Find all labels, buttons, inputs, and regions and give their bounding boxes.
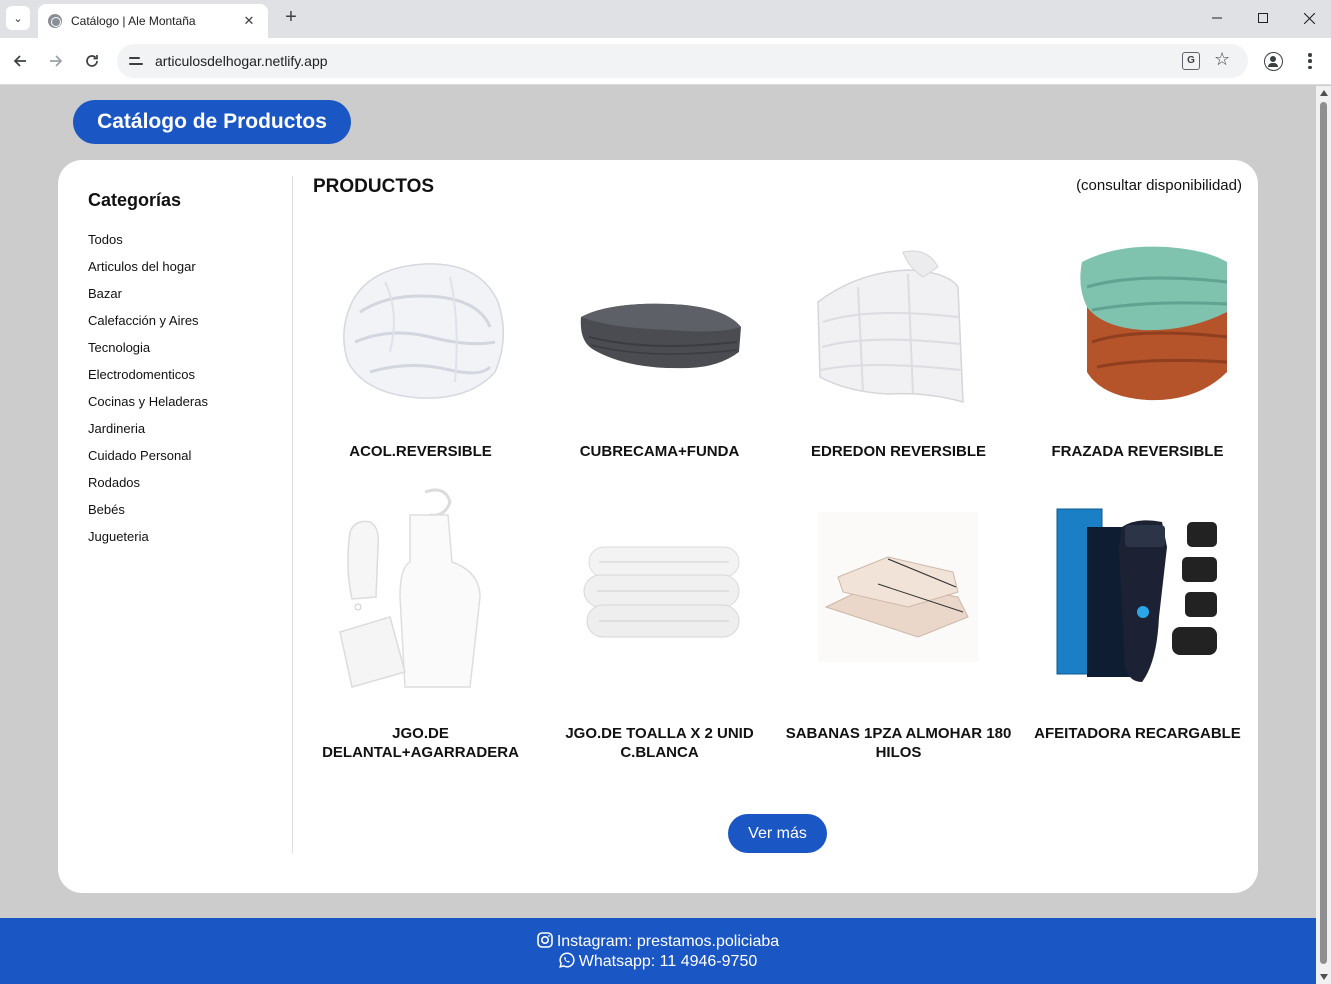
category-item-rodados[interactable]: Rodados xyxy=(88,469,288,496)
product-name: FRAZADA REVERSIBLE xyxy=(1051,443,1224,460)
grey-bedspread-image xyxy=(580,303,741,369)
maximize-button[interactable] xyxy=(1240,0,1286,36)
footer: Instagram: prestamos.policiaba Whatsapp:… xyxy=(0,918,1316,984)
minimize-button[interactable] xyxy=(1194,0,1240,36)
category-list: Todos Articulos del hogar Bazar Calefacc… xyxy=(88,226,288,550)
category-item-electrodomesticos[interactable]: Electrodomenticos xyxy=(88,361,288,388)
arrow-left-icon xyxy=(13,55,26,67)
category-item-jardineria[interactable]: Jardineria xyxy=(88,415,288,442)
availability-note: (consultar disponibilidad) xyxy=(1076,177,1242,194)
close-window-button[interactable] xyxy=(1286,0,1331,36)
browser-tab[interactable]: Catálogo | Ale Montaña ✕ xyxy=(38,4,268,38)
product-name: SABANAS 1PZA ALMOHAR 180 HILOS xyxy=(785,725,1012,761)
vertical-scrollbar[interactable] xyxy=(1316,86,1331,984)
address-bar[interactable]: articulosdelhogar.netlify.app G ☆ xyxy=(117,44,1248,78)
white-comforter-image xyxy=(343,263,505,399)
instagram-text: Instagram: prestamos.policiaba xyxy=(556,933,780,950)
sidebar-heading: Categorías xyxy=(88,190,182,210)
category-item-articulos-del-hogar[interactable]: Articulos del hogar xyxy=(88,253,288,280)
page-viewport: Catálogo de Productos Categorías Todos A… xyxy=(0,86,1316,984)
arrow-right-icon xyxy=(50,55,63,67)
category-item-tecnologia[interactable]: Tecnologia xyxy=(88,334,288,361)
shaver-image xyxy=(1056,508,1217,682)
product-name: JGO.DE DELANTAL+AGARRADERA xyxy=(322,725,519,761)
category-item-cocinas-y-heladeras[interactable]: Cocinas y Heladeras xyxy=(88,388,288,415)
maximize-icon xyxy=(1258,13,1268,23)
product-name: EDREDON REVERSIBLE xyxy=(810,443,987,460)
whatsapp-text: Whatsapp: 11 4946-9750 xyxy=(578,953,758,970)
products-heading: PRODUCTOS xyxy=(313,176,435,197)
apron-set-image xyxy=(339,488,481,688)
scroll-down-arrow-icon[interactable] xyxy=(1320,974,1328,980)
towels-image xyxy=(583,546,740,638)
globe-icon xyxy=(48,14,62,28)
blankets-image xyxy=(1080,246,1227,401)
profile-icon[interactable] xyxy=(1264,52,1283,71)
tab-title: Catálogo | Ale Montaña xyxy=(71,14,196,28)
category-item-bebes[interactable]: Bebés xyxy=(88,496,288,523)
back-button[interactable] xyxy=(8,49,32,73)
close-icon xyxy=(1303,12,1315,24)
category-item-jugueteria[interactable]: Jugueteria xyxy=(88,523,288,550)
category-item-calefaccion-y-aires[interactable]: Calefacción y Aires xyxy=(88,307,288,334)
white-duvet-image xyxy=(817,250,964,404)
url-text[interactable]: articulosdelhogar.netlify.app xyxy=(155,53,328,69)
page-title: Catálogo de Productos xyxy=(73,100,351,144)
bookmark-star-icon[interactable]: ☆ xyxy=(1214,49,1230,70)
instagram-icon xyxy=(537,932,553,948)
tab-search-button[interactable]: ⌄ xyxy=(6,6,30,30)
category-sidebar: Categorías Todos Articulos del hogar Baz… xyxy=(88,190,288,550)
new-tab-button[interactable]: + xyxy=(280,7,302,29)
site-info-icon[interactable] xyxy=(126,51,146,71)
whatsapp-icon xyxy=(558,952,575,968)
sheets-image xyxy=(818,512,978,662)
catalog-card: Categorías Todos Articulos del hogar Baz… xyxy=(58,160,1258,893)
browser-toolbar: articulosdelhogar.netlify.app G ☆ xyxy=(0,38,1331,85)
menu-icon[interactable] xyxy=(1303,51,1317,71)
footer-instagram[interactable]: Instagram: prestamos.policiaba xyxy=(0,932,1316,951)
product-name: ACOL.REVERSIBLE xyxy=(349,443,492,460)
footer-whatsapp[interactable]: Whatsapp: 11 4946-9750 xyxy=(0,952,1316,971)
product-name: JGO.DE TOALLA X 2 UNID C.BLANCA xyxy=(565,725,754,761)
browser-tab-bar: ⌄ Catálogo | Ale Montaña ✕ + xyxy=(0,0,1331,38)
category-item-cuidado-personal[interactable]: Cuidado Personal xyxy=(88,442,288,469)
reload-icon xyxy=(86,55,98,67)
sidebar-divider xyxy=(292,176,293,853)
product-name: AFEITADORA RECARGABLE xyxy=(1034,725,1241,742)
category-item-bazar[interactable]: Bazar xyxy=(88,280,288,307)
product-name: CUBRECAMA+FUNDA xyxy=(579,443,740,460)
forward-button[interactable] xyxy=(44,49,68,73)
close-tab-icon[interactable]: ✕ xyxy=(240,13,258,29)
scroll-thumb[interactable] xyxy=(1320,102,1327,964)
minimize-icon xyxy=(1212,17,1222,19)
scroll-up-arrow-icon[interactable] xyxy=(1320,90,1328,96)
see-more-button[interactable]: Ver más xyxy=(728,814,827,853)
category-item-todos[interactable]: Todos xyxy=(88,226,288,253)
reload-button[interactable] xyxy=(80,49,104,73)
translate-icon[interactable]: G xyxy=(1182,52,1200,70)
